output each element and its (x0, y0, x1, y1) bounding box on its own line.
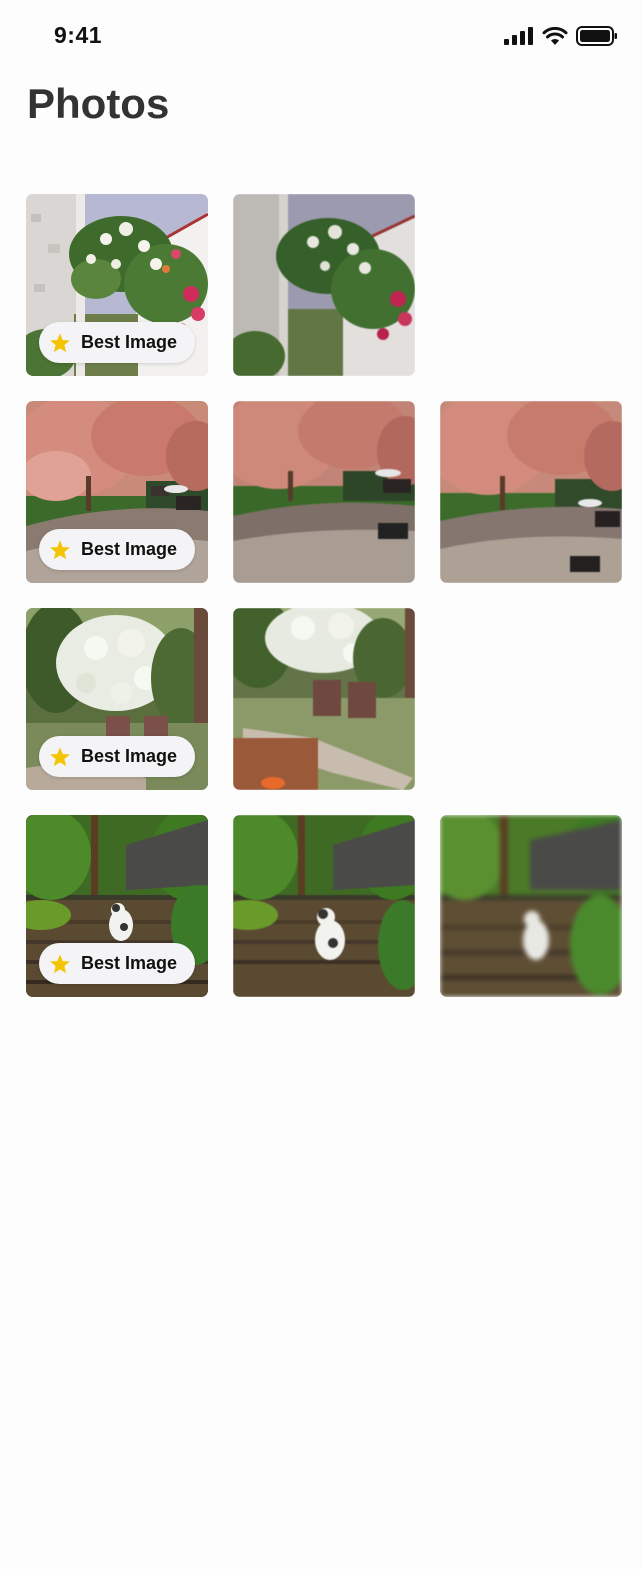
photo-park-pink-trees-variant (440, 401, 622, 583)
wifi-icon (542, 26, 568, 45)
photo-thumbnail[interactable] (233, 815, 415, 997)
status-time: 9:41 (54, 22, 103, 48)
badge-label: Best Image (81, 746, 178, 766)
status-bar: 9:41 (0, 0, 642, 70)
photo-thumbnail[interactable]: Best Image (26, 194, 208, 376)
photo-cat-steps-variant (440, 815, 622, 997)
best-image-badge: Best Image (39, 529, 195, 570)
badge-label: Best Image (81, 332, 178, 352)
photo-park-pink-trees-variant (233, 401, 415, 583)
badge-label: Best Image (81, 953, 178, 973)
star-icon (50, 332, 70, 352)
page-title: Photos (27, 80, 170, 127)
badge-label: Best Image (81, 539, 178, 559)
photo-thumbnail[interactable] (233, 401, 415, 583)
photo-thumbnail[interactable] (440, 401, 622, 583)
best-image-badge: Best Image (39, 736, 195, 777)
photo-garden-benches-variant (233, 608, 415, 790)
battery-icon (576, 26, 617, 46)
photo-cat-steps-variant (233, 815, 415, 997)
photo-house-flowers-variant (233, 194, 415, 376)
photo-thumbnail[interactable]: Best Image (26, 815, 208, 997)
photo-thumbnail[interactable] (440, 815, 622, 997)
star-icon (50, 539, 70, 559)
star-icon (50, 746, 70, 766)
best-image-badge: Best Image (39, 943, 195, 984)
status-icons (504, 26, 618, 46)
star-icon (50, 953, 70, 973)
photo-thumbnail[interactable]: Best Image (26, 401, 208, 583)
photo-thumbnail[interactable]: Best Image (26, 608, 208, 790)
cellular-signal-icon (504, 27, 533, 45)
photo-thumbnail[interactable] (233, 194, 415, 376)
photo-thumbnail[interactable] (233, 608, 415, 790)
best-image-badge: Best Image (39, 322, 195, 363)
